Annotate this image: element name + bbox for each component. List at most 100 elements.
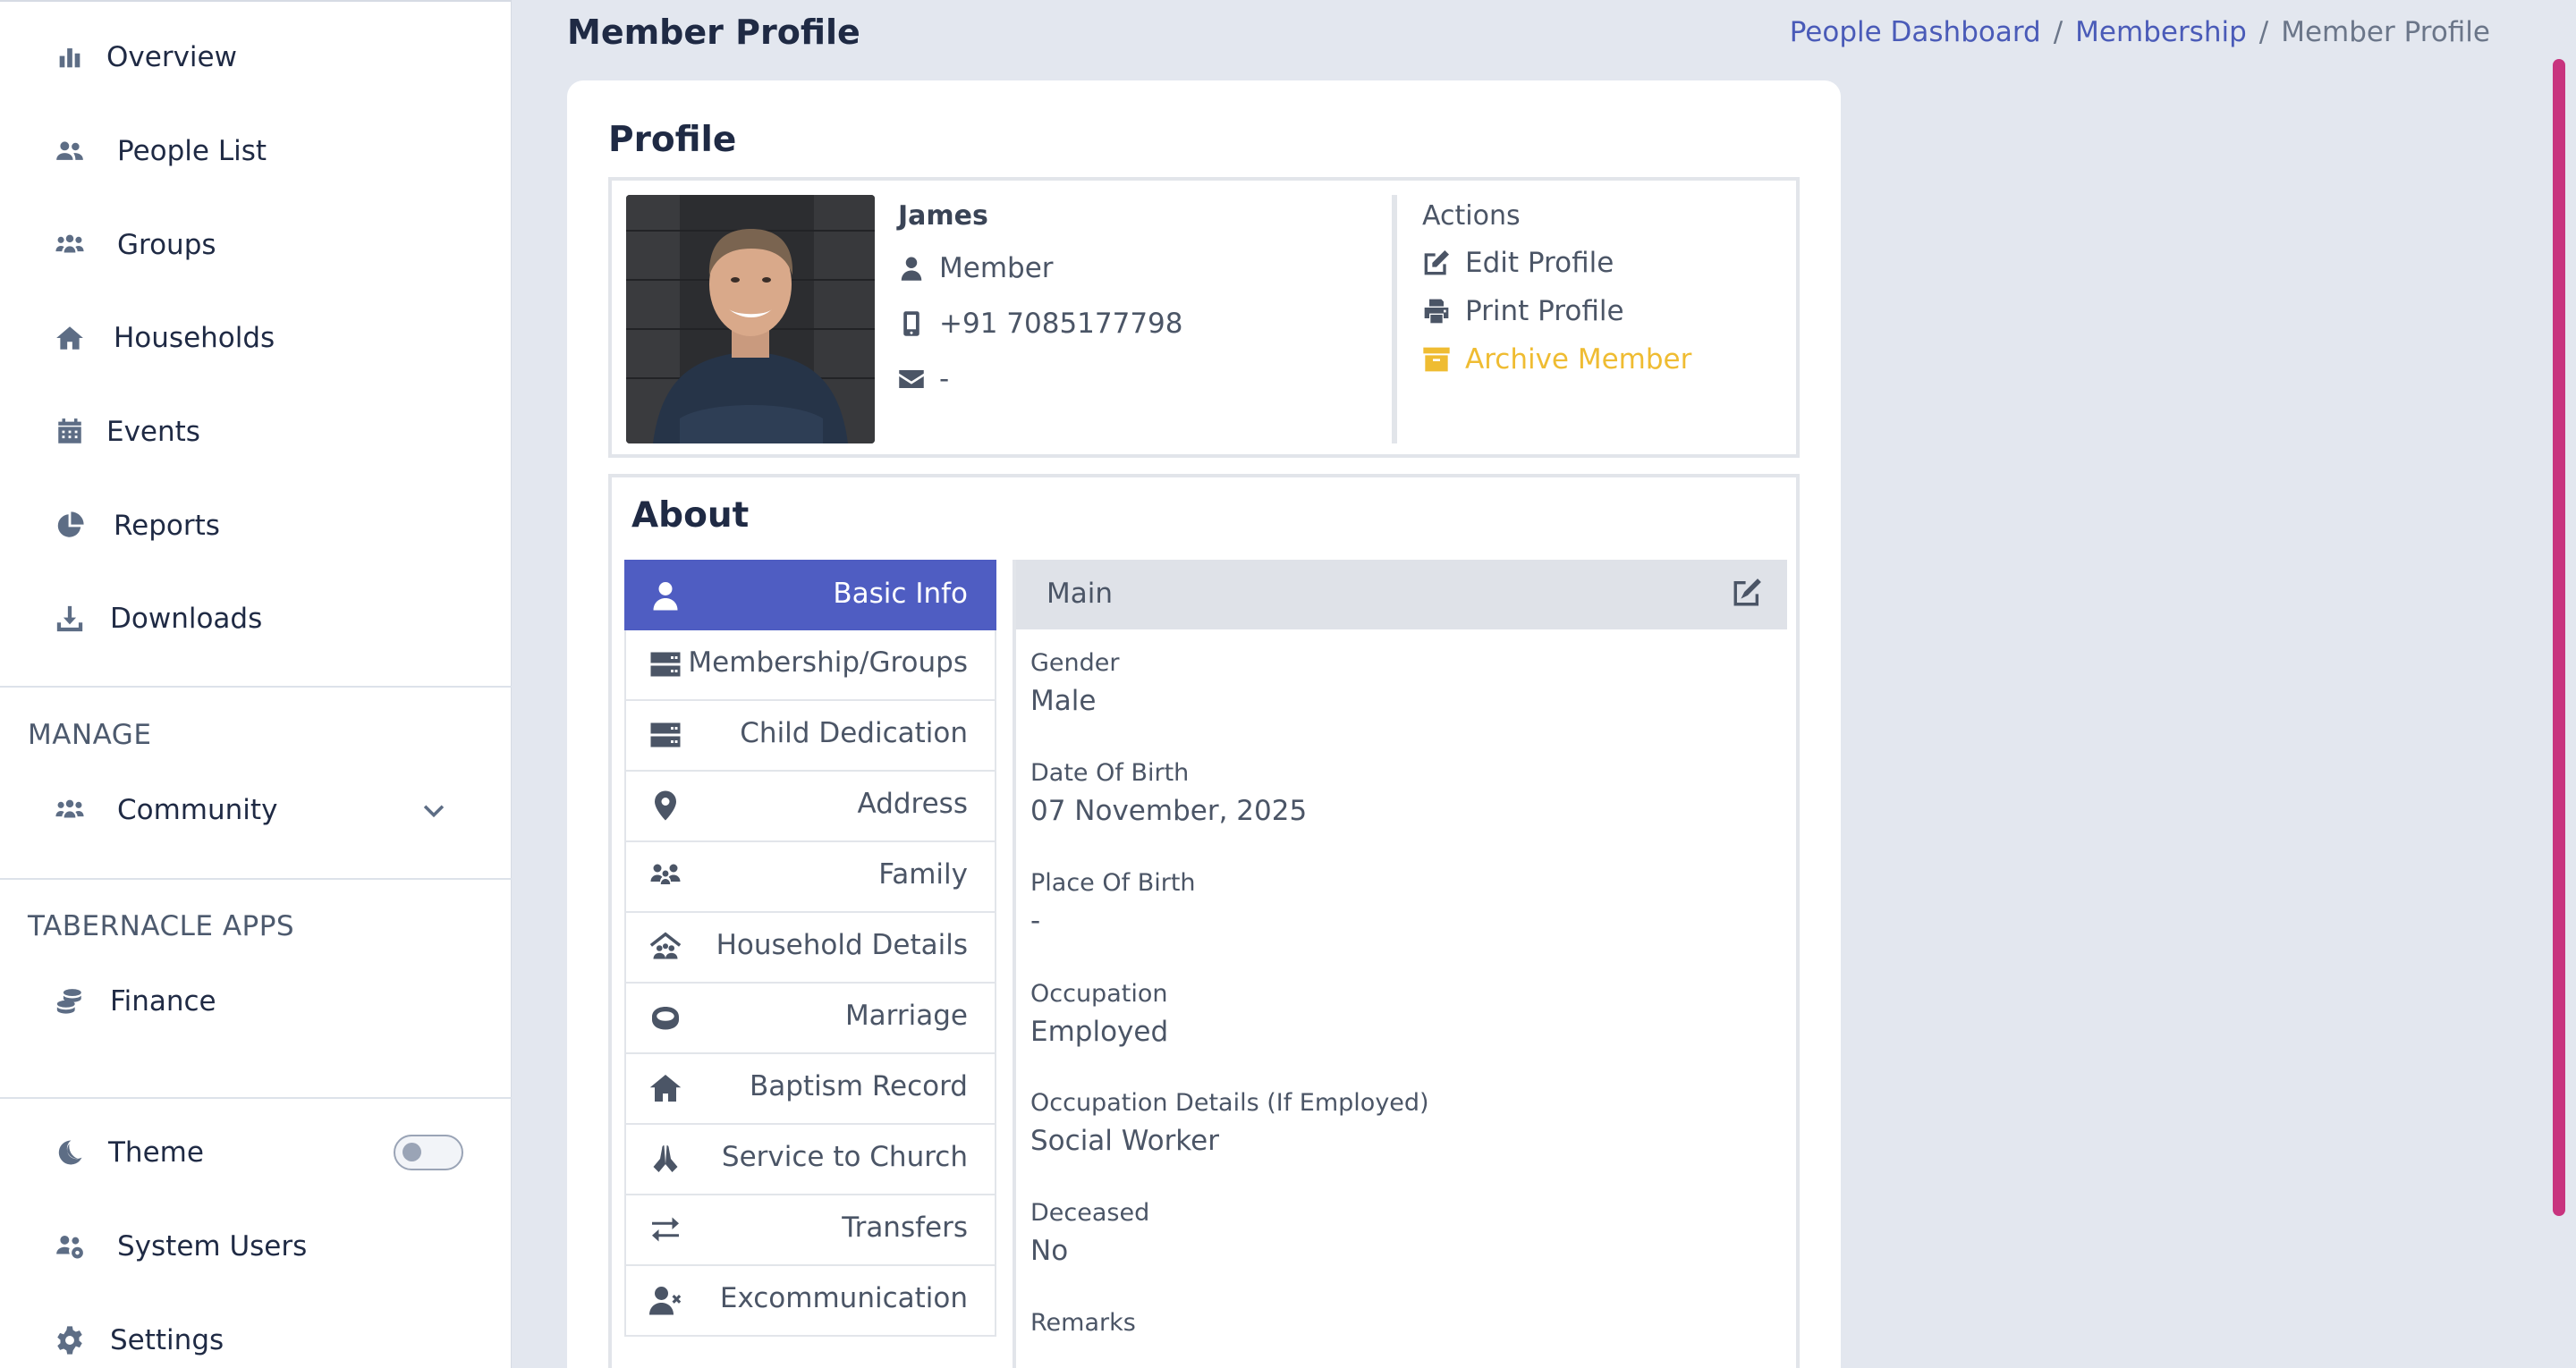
sidebar-item-label: System Users <box>117 1230 308 1262</box>
coins-icon <box>52 984 88 1019</box>
member-name: James <box>898 200 988 232</box>
archive-member-link[interactable]: Archive Member <box>1422 343 1691 376</box>
sidebar-item-people-list[interactable]: People List <box>0 115 512 187</box>
tab-address[interactable]: Address <box>624 772 996 842</box>
page-title: Member Profile <box>567 13 860 52</box>
sidebar-item-label: Households <box>114 322 275 354</box>
user-icon <box>901 257 922 281</box>
tab-basic-info[interactable]: Basic Info <box>624 560 996 630</box>
breadcrumb: People Dashboard / Membership / Member Profi… <box>1790 16 2490 48</box>
praying-hands-icon <box>649 1143 683 1177</box>
sidebar-divider <box>0 878 512 880</box>
tab-baptism-record[interactable]: Baptism Record <box>624 1054 996 1125</box>
envelope-icon <box>899 370 924 388</box>
home-icon <box>52 320 88 356</box>
profile-summary: James Member +91 7085177798 - Actions Ed… <box>608 177 1800 458</box>
sidebar-item-label: Groups <box>117 229 216 261</box>
moon-icon <box>52 1135 88 1170</box>
pie-chart-icon <box>52 508 88 544</box>
edit-profile-link[interactable]: Edit Profile <box>1422 247 1614 279</box>
family-icon <box>649 860 683 894</box>
tab-label: Household Details <box>716 929 968 961</box>
tab-membership-groups[interactable]: Membership/Groups <box>624 630 996 701</box>
archive-member-label: Archive Member <box>1465 343 1692 376</box>
server-icon <box>649 719 683 753</box>
edit-icon <box>1424 250 1449 275</box>
sidebar-item-community[interactable]: Community <box>0 774 512 846</box>
print-profile-link[interactable]: Print Profile <box>1422 295 1624 327</box>
edit-icon[interactable] <box>1732 578 1764 610</box>
sidebar: Overview People List Groups Households E… <box>0 0 512 1368</box>
tab-service-to-church[interactable]: Service to Church <box>624 1125 996 1195</box>
member-phone-text: +91 7085177798 <box>939 308 1183 340</box>
actions-title: Actions <box>1422 200 1521 232</box>
tab-label: Address <box>857 788 968 820</box>
tab-transfers[interactable]: Transfers <box>624 1195 996 1266</box>
occupation-details-value: Social Worker <box>1030 1125 1219 1157</box>
printer-icon <box>1424 299 1449 324</box>
tab-label: Child Dedication <box>740 717 968 749</box>
tab-label: Service to Church <box>721 1141 968 1173</box>
breadcrumb-link-people-dashboard[interactable]: People Dashboard <box>1790 16 2041 48</box>
sidebar-item-finance[interactable]: Finance <box>0 966 512 1037</box>
mobile-phone-icon <box>903 311 919 336</box>
sidebar-item-overview[interactable]: Overview <box>0 21 512 93</box>
breadcrumb-separator: / <box>2053 16 2063 48</box>
apps-section-title: TABERNACLE APPS <box>28 910 295 942</box>
people-group-icon <box>52 227 88 263</box>
sidebar-item-reports[interactable]: Reports <box>0 490 512 562</box>
sidebar-item-label: Downloads <box>110 603 263 635</box>
manage-section-title: MANAGE <box>28 719 152 751</box>
sidebar-divider <box>0 686 512 688</box>
panel-title: Main <box>1046 578 1114 610</box>
chevron-down-icon[interactable] <box>419 795 449 825</box>
sidebar-item-events[interactable]: Events <box>0 396 512 468</box>
sidebar-item-downloads[interactable]: Downloads <box>0 583 512 654</box>
about-title: About <box>631 495 750 536</box>
sidebar-item-label: Reports <box>114 510 220 542</box>
tab-excommunication[interactable]: Excommunication <box>624 1266 996 1337</box>
date-of-birth-value: 07 November, 2025 <box>1030 795 1308 827</box>
user-icon <box>649 579 683 613</box>
sidebar-item-households[interactable]: Households <box>0 302 512 374</box>
sidebar-item-label: Overview <box>106 41 237 73</box>
tab-marriage[interactable]: Marriage <box>624 984 996 1054</box>
occupation-value: Employed <box>1030 1016 1169 1048</box>
tab-child-dedication[interactable]: Child Dedication <box>624 701 996 772</box>
member-photo <box>626 195 875 443</box>
deceased-value: No <box>1030 1235 1069 1267</box>
people-group-icon <box>52 792 88 828</box>
sidebar-item-system-users[interactable]: System Users <box>0 1211 512 1282</box>
ring-icon <box>649 1001 683 1035</box>
transfer-icon <box>649 1213 683 1247</box>
place-of-birth-value: - <box>1030 905 1041 937</box>
tab-label: Family <box>878 858 968 891</box>
calendar-icon <box>52 414 88 450</box>
tab-family[interactable]: Family <box>624 842 996 913</box>
date-of-birth-label: Date Of Birth <box>1030 759 1190 787</box>
about-tabs: Basic Info Membership/Groups Child Dedic… <box>624 560 996 1337</box>
sidebar-item-settings[interactable]: Settings <box>0 1305 512 1368</box>
panel-header: Main <box>1016 560 1787 629</box>
sidebar-item-label: Settings <box>110 1324 225 1356</box>
occupation-label: Occupation <box>1030 980 1168 1008</box>
sidebar-item-groups[interactable]: Groups <box>0 209 512 281</box>
theme-toggle[interactable] <box>394 1135 463 1170</box>
basic-info-panel: Main Gender Male Date Of Birth 07 Novemb… <box>1013 560 1787 1368</box>
server-icon <box>649 648 683 682</box>
member-email-text: - <box>939 363 950 395</box>
breadcrumb-link-membership[interactable]: Membership <box>2075 16 2247 48</box>
profile-vertical-divider <box>1392 195 1397 443</box>
deceased-label: Deceased <box>1030 1199 1150 1227</box>
edit-profile-label: Edit Profile <box>1465 247 1614 279</box>
users-cog-icon <box>52 1229 88 1264</box>
tab-household-details[interactable]: Household Details <box>624 913 996 984</box>
member-role-text: Member <box>939 252 1054 284</box>
member-phone: +91 7085177798 <box>898 308 1183 340</box>
occupation-details-label: Occupation Details (If Employed) <box>1030 1089 1429 1117</box>
sidebar-item-label: Community <box>117 794 278 826</box>
profile-card: Profile James Member +91 7085177798 - Ac… <box>567 80 1841 1368</box>
sidebar-item-theme: Theme <box>0 1117 512 1188</box>
tab-label: Transfers <box>842 1212 968 1244</box>
page-scrollbar[interactable] <box>2553 59 2565 1216</box>
